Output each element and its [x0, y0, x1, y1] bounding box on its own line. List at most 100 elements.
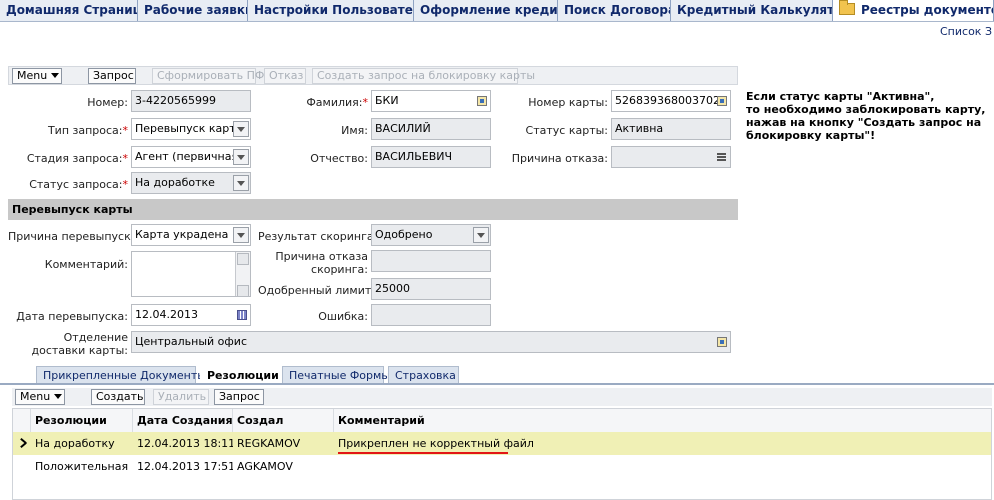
required-mark: *	[122, 152, 129, 165]
chevron-down-icon[interactable]	[233, 149, 249, 165]
reject-button[interactable]: Отказ	[264, 68, 306, 84]
tab-resolutions[interactable]: Резолюции	[200, 366, 279, 384]
imya-field[interactable]: ВАСИЛИЙ	[371, 118, 491, 140]
tip-value: Перевыпуск карты	[135, 122, 245, 135]
tab-print-forms[interactable]: Печатные Формы	[282, 366, 390, 384]
dropdown-arrow-icon	[51, 73, 60, 78]
stadia-select[interactable]: Агент (первичная	[131, 146, 251, 168]
card-num-field[interactable]: 5268393680037020	[611, 90, 731, 112]
res-zapros-button[interactable]: Запрос	[214, 389, 264, 405]
branch-field[interactable]: Центральный офис	[131, 331, 731, 353]
scroll-down-icon[interactable]	[237, 285, 249, 296]
tabs-divider	[0, 383, 994, 385]
create-button[interactable]: Создать	[91, 389, 145, 405]
comment-scrollbar[interactable]	[235, 252, 250, 296]
status-label: Статус запроса:*	[8, 178, 128, 191]
reject-reason-field[interactable]	[611, 146, 731, 168]
nav-tab-contract-search[interactable]: Поиск Договора	[558, 0, 671, 21]
error-label: Ошибка:	[318, 310, 368, 323]
zapros-button[interactable]: Запрос	[88, 68, 136, 84]
limit-field[interactable]: 25000	[371, 278, 491, 300]
nav-tab-label: Поиск Договора	[564, 3, 671, 17]
list-icon[interactable]	[717, 153, 726, 161]
menu-label: Menu	[17, 69, 48, 82]
res-menu-button[interactable]: Menu	[15, 389, 65, 405]
otchestvo-value: ВАСИЛЬЕВИЧ	[375, 150, 453, 163]
list-link[interactable]: Список З	[940, 25, 992, 38]
comment-label: Комментарий:	[44, 258, 128, 271]
comment-textarea[interactable]	[131, 251, 251, 297]
nav-tab-user-settings[interactable]: Настройки Пользователя	[248, 0, 414, 21]
nomer-field[interactable]: 3-4220565999	[131, 90, 251, 112]
nav-tab-home[interactable]: Домашняя Страница	[0, 0, 138, 21]
create-block-request-button[interactable]: Создать запрос на блокировку карты	[312, 68, 535, 84]
chevron-down-icon[interactable]	[233, 227, 249, 243]
tab-insurance[interactable]: Страховка	[388, 366, 459, 384]
top-navigation: Домашняя Страница Рабочие заявки Настрой…	[0, 0, 994, 22]
scoring-label: Результат скоринга:	[258, 230, 378, 243]
col-header-resolution[interactable]: Резолюции	[31, 409, 133, 433]
status-label-text: Статус запроса:	[29, 178, 123, 191]
reissue-date-label: Дата перевыпуска:	[16, 310, 128, 323]
dropdown-arrow-icon[interactable]	[54, 394, 63, 399]
familia-field[interactable]: БКИ	[371, 90, 491, 112]
imya-label: Имя:	[341, 124, 368, 137]
nomer-value: 3-4220565999	[135, 94, 216, 107]
nav-tab-credit[interactable]: Оформление кредита	[414, 0, 558, 21]
reissue-reason-select[interactable]: Карта украдена	[131, 224, 251, 246]
comment-highlight-underline	[338, 452, 508, 454]
folder-icon	[839, 0, 855, 15]
col-header-comment[interactable]: Комментарий	[334, 409, 991, 433]
error-field[interactable]	[371, 304, 491, 326]
nav-tab-label: Реестры документов	[861, 3, 994, 17]
table-row[interactable]: Положительная 12.04.2013 17:51:0 AGKAMOV	[13, 455, 991, 478]
col-header-date[interactable]: Дата Создания▽	[133, 409, 233, 433]
calendar-icon[interactable]	[237, 310, 247, 320]
scoring-value: Одобрено	[375, 228, 433, 241]
delete-button[interactable]: Удалить	[153, 389, 209, 405]
chevron-down-icon[interactable]	[473, 227, 489, 243]
card-status-label: Статус карты:	[525, 124, 608, 137]
cell-author: AGKAMOV	[237, 460, 293, 473]
tip-label: Тип запроса:*	[8, 124, 128, 137]
nav-tab-label: Кредитный Калькулятор	[677, 3, 832, 17]
required-mark: *	[362, 96, 369, 109]
picker-icon[interactable]	[717, 337, 727, 347]
scoring-reject-field[interactable]	[371, 250, 491, 272]
imya-value: ВАСИЛИЙ	[375, 122, 431, 135]
cell-author: REGKAMOV	[237, 437, 301, 450]
chevron-down-icon[interactable]	[233, 175, 249, 191]
nav-tab-label: Домашняя Страница	[6, 3, 138, 17]
col-header-author[interactable]: Создал	[233, 409, 334, 433]
familia-value: БКИ	[375, 94, 399, 107]
nav-tab-calculator[interactable]: Кредитный Калькулятор	[671, 0, 833, 21]
tip-select[interactable]: Перевыпуск карты	[131, 118, 251, 140]
form-pf-button[interactable]: Сформировать ПФ	[152, 68, 264, 84]
nav-tab-work-requests[interactable]: Рабочие заявки	[138, 0, 248, 21]
stadia-label-text: Стадия запроса:	[26, 152, 123, 165]
scoring-reject-label: Причина отказа скоринга:	[275, 250, 368, 276]
cell-date: 12.04.2013 17:51:0	[137, 460, 233, 473]
otchestvo-field[interactable]: ВАСИЛЬЕВИЧ	[371, 146, 491, 168]
reissue-date-field[interactable]: 12.04.2013	[131, 304, 251, 326]
tab-attached-documents[interactable]: Прикрепленные Документы	[36, 366, 206, 384]
stadia-value: Агент (первичная	[135, 150, 239, 163]
nomer-label: Номер:	[87, 96, 128, 109]
otchestvo-label: Отчество:	[310, 152, 368, 165]
menu-button[interactable]: Menu	[12, 68, 62, 84]
card-num-label: Номер карты:	[528, 96, 608, 109]
reissue-reason-label: Причина перевыпуска:	[8, 230, 142, 243]
familia-label: Фамилия:*	[262, 96, 368, 109]
nav-tab-registries[interactable]: Реестры документов	[833, 0, 994, 21]
scroll-up-icon[interactable]	[237, 253, 249, 265]
cell-resolution: На доработку	[35, 437, 115, 450]
picker-icon[interactable]	[477, 96, 487, 106]
status-select[interactable]: На доработке	[131, 172, 251, 194]
nav-tab-label: Рабочие заявки	[144, 3, 248, 17]
resolutions-toolbar: Menu Создать Удалить Запрос	[12, 388, 992, 406]
scoring-select[interactable]: Одобрено	[371, 224, 491, 246]
picker-icon[interactable]	[717, 96, 727, 106]
reissue-reason-value: Карта украдена	[135, 228, 229, 241]
chevron-down-icon[interactable]	[233, 121, 249, 137]
card-status-field[interactable]: Активна	[611, 118, 731, 140]
